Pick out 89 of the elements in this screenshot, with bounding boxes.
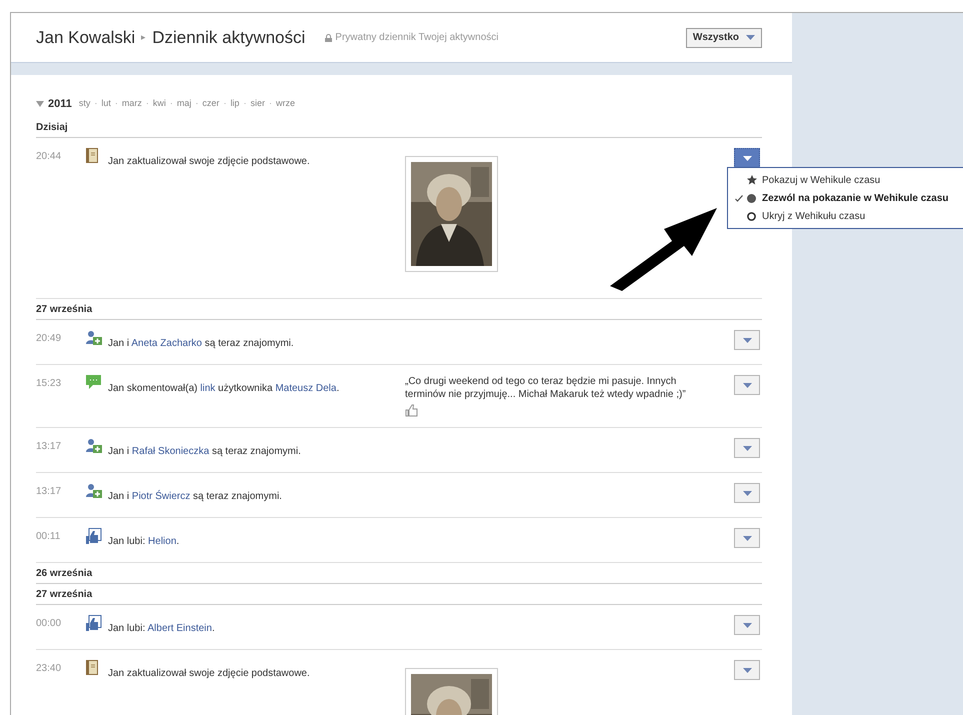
add-friend-icon xyxy=(86,438,104,453)
month-separator: · xyxy=(170,97,173,110)
profile-link[interactable]: Piotr Świercz xyxy=(132,491,190,502)
lock-icon xyxy=(325,34,332,42)
month-link[interactable]: sier xyxy=(250,97,265,111)
menu-item[interactable]: Ukryj z Wehikułu czasu xyxy=(728,207,963,225)
activity-time: 13:17 xyxy=(36,485,62,499)
options-button[interactable] xyxy=(734,615,760,635)
thumbs-up-icon[interactable] xyxy=(405,404,418,417)
activity-time: 23:40 xyxy=(36,662,62,676)
caret-icon xyxy=(742,338,752,342)
menu-item[interactable]: Zezwól na pokazanie w Wehikule czasu xyxy=(728,189,963,207)
month-link[interactable]: kwi xyxy=(152,97,166,111)
date-heading: 27 września xyxy=(36,588,92,602)
activity-text: Jan lubi: Albert Einstein. xyxy=(108,623,215,634)
activity-text: Jan lubi: Helion. xyxy=(108,536,180,547)
month-separator: · xyxy=(114,97,118,110)
month-separator: · xyxy=(223,97,226,110)
dot-icon xyxy=(747,194,756,202)
activity-text: Jan skomentował(a) link użytkownika Mateusz Dela. xyxy=(108,383,340,394)
caret-icon xyxy=(742,622,752,628)
breadcrumb-separator: ▸ xyxy=(141,30,146,44)
notebook-icon xyxy=(86,660,98,675)
profile-link[interactable]: Aneta Zacharko xyxy=(131,338,202,349)
caret-icon xyxy=(742,490,752,496)
filter-dropdown[interactable]: Wszystko xyxy=(686,28,762,48)
caret-icon xyxy=(742,446,752,450)
activity-time: 15:23 xyxy=(36,377,62,391)
options-button[interactable] xyxy=(734,375,760,395)
month-link[interactable]: czer xyxy=(202,97,220,111)
thumbs-up-icon xyxy=(86,528,102,544)
month-link[interactable]: sty xyxy=(78,97,90,111)
caret-icon xyxy=(742,382,752,388)
activity-time: 00:00 xyxy=(36,617,62,631)
profile-name[interactable]: Jan Kowalski xyxy=(36,24,136,50)
activity-text: Jan i Piotr Świercz są teraz znajomymi. xyxy=(108,491,282,502)
menu-item-label: Pokazuj w Wehikule czasu xyxy=(762,174,880,188)
menu-item-label: Ukryj z Wehikułu czasu xyxy=(762,210,866,224)
caret-icon xyxy=(746,35,755,40)
speech-bubble-icon xyxy=(86,375,101,390)
add-friend-icon xyxy=(86,330,104,345)
star-icon xyxy=(747,175,757,185)
add-friend-icon xyxy=(86,483,104,498)
month-link[interactable]: wrze xyxy=(276,97,295,111)
activity-text: Jan zaktualizował swoje zdjęcie podstawowe. xyxy=(108,668,310,679)
profile-link[interactable]: Helion xyxy=(148,536,176,547)
menu-item-label: Zezwól na pokazanie w Wehikule czasu xyxy=(762,192,949,206)
profile-link[interactable]: Rafał Skonieczka xyxy=(132,446,210,457)
page-title: Dziennik aktywności xyxy=(152,26,306,49)
month-separator: · xyxy=(94,97,98,110)
month-link[interactable]: lut xyxy=(101,97,111,111)
profile-link[interactable]: Mateusz Dela xyxy=(275,383,336,394)
month-link[interactable]: marz xyxy=(122,97,142,111)
year-label[interactable]: 2011 xyxy=(48,96,72,112)
month-separator: · xyxy=(268,97,272,110)
circle-icon xyxy=(747,212,756,220)
month-separator: · xyxy=(195,97,198,110)
thumbs-up-icon xyxy=(86,615,102,631)
month-separator: · xyxy=(146,97,149,110)
activity-time: 00:11 xyxy=(36,530,62,544)
comment-quote: „Co drugi weekend od tego co teraz będzie mi pasuje. Innych terminów nie przyjmuję... Michał Makaruk też wtedy wpadnie ;)” xyxy=(405,375,687,401)
date-heading: 27 września xyxy=(36,302,92,316)
check-icon xyxy=(735,194,743,202)
privacy-note: Prywatny dziennik Twojej aktywności xyxy=(335,31,498,45)
caret-icon xyxy=(742,536,752,540)
activity-time: 20:44 xyxy=(36,150,62,164)
activity-time: 13:17 xyxy=(36,440,62,454)
profile-link[interactable]: link xyxy=(200,383,216,394)
notebook-icon xyxy=(86,148,98,163)
date-heading: Dzisiaj xyxy=(36,120,68,134)
activity-text: Jan zaktualizował swoje zdjęcie podstawowe. xyxy=(108,156,310,167)
options-button[interactable] xyxy=(734,148,760,168)
month-link[interactable]: maj xyxy=(176,97,192,111)
month-link[interactable]: lip xyxy=(230,97,240,111)
date-heading: 26 września xyxy=(36,566,92,580)
caret-icon xyxy=(742,156,752,160)
options-button[interactable] xyxy=(734,483,760,503)
collapse-triangle-icon[interactable] xyxy=(36,101,44,107)
caret-icon xyxy=(742,668,752,672)
month-separator: · xyxy=(243,97,246,110)
options-button[interactable] xyxy=(734,660,760,680)
activity-text: Jan i Rafał Skonieczka są teraz znajomymi. xyxy=(108,446,301,457)
options-button[interactable] xyxy=(734,438,760,458)
options-button[interactable] xyxy=(734,528,760,548)
menu-item[interactable]: Pokazuj w Wehikule czasu xyxy=(728,171,963,189)
options-button[interactable] xyxy=(734,330,760,350)
activity-time: 20:49 xyxy=(36,332,62,346)
profile-link[interactable]: Albert Einstein xyxy=(147,623,212,634)
activity-text: Jan i Aneta Zacharko są teraz znajomymi. xyxy=(108,338,294,349)
